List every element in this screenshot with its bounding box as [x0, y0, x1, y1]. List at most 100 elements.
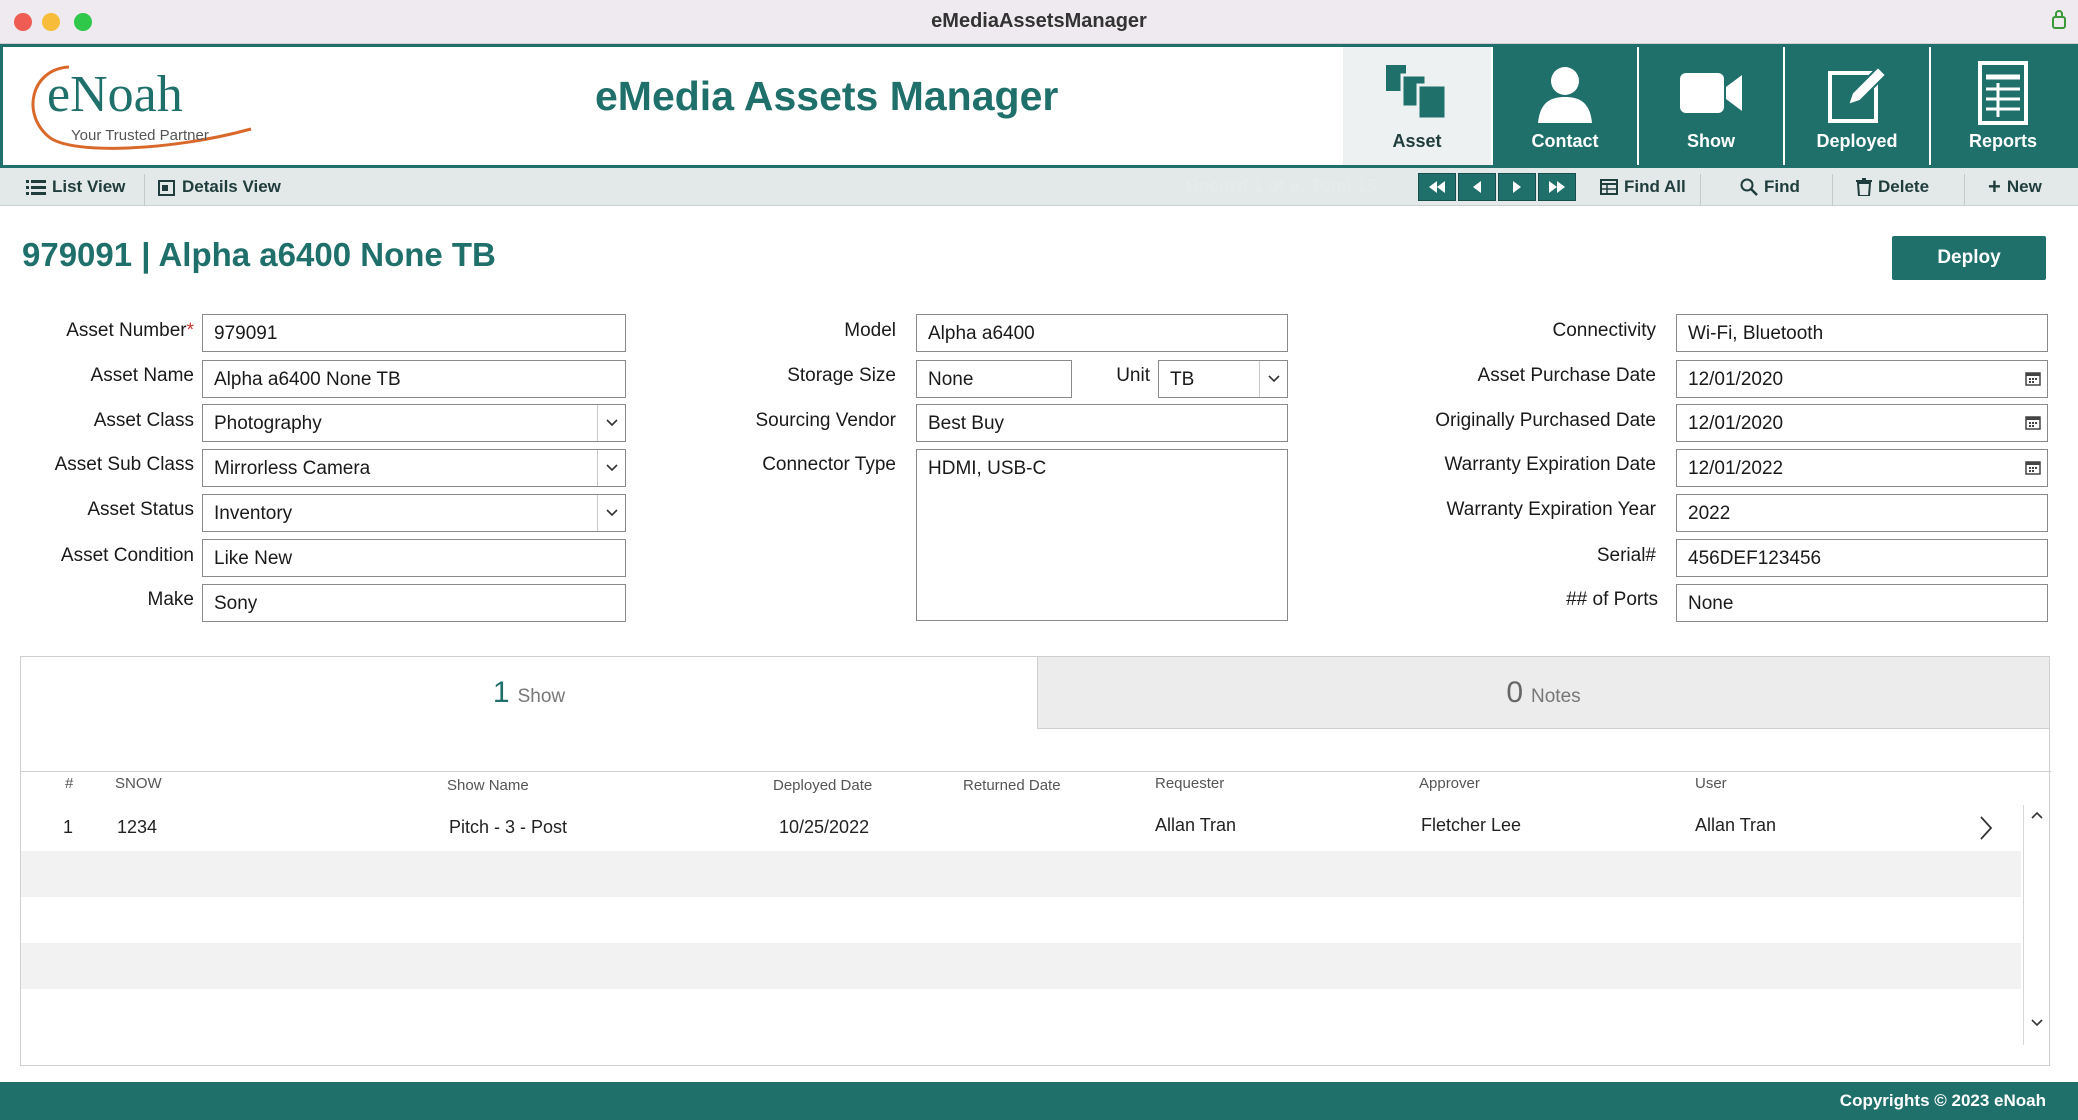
list-view-label: List View: [52, 177, 126, 196]
chevron-right-icon[interactable]: [1979, 815, 1993, 841]
asset-status-select[interactable]: Inventory: [202, 494, 626, 532]
toolbar-divider: [1832, 174, 1833, 206]
app-header: eNoah Your Trusted Partner eMedia Assets…: [0, 44, 2078, 168]
first-icon: [1429, 181, 1445, 193]
footer: Copyrights © 2023 eNoah: [0, 1082, 2078, 1120]
delete-label: Delete: [1878, 177, 1930, 196]
record-title: 979091 | Alpha a6400 None TB: [22, 236, 496, 273]
asset-sub-class-select[interactable]: Mirrorless Camera: [202, 449, 626, 487]
report-icon: [1978, 61, 2028, 125]
vertical-scrollbar[interactable]: [2023, 805, 2049, 1045]
main-nav: Asset Contact Show Deployed Reports: [1343, 47, 2075, 165]
purchase-date-field[interactable]: 12/01/2020: [1676, 360, 2048, 398]
nav-contact[interactable]: Contact: [1491, 47, 1637, 165]
list-icon: [26, 180, 46, 195]
toolbar-divider: [144, 174, 145, 206]
nav-asset[interactable]: Asset: [1343, 47, 1491, 165]
window-title: eMediaAssetsManager: [931, 10, 1147, 32]
chevron-down-icon[interactable]: [597, 405, 625, 441]
make-field[interactable]: Sony: [202, 584, 626, 622]
nav-show[interactable]: Show: [1637, 47, 1783, 165]
sourcing-vendor-field[interactable]: Best Buy: [916, 404, 1288, 442]
list-view-button[interactable]: List View: [26, 168, 125, 206]
notes-count: 0: [1506, 675, 1524, 709]
table-top-border: [21, 771, 2051, 772]
calendar-icon[interactable]: [2019, 405, 2047, 441]
asset-class-select[interactable]: Photography: [202, 404, 626, 442]
table-row[interactable]: 1 1234 Pitch - 3 - Post 10/25/2022 Allan…: [21, 805, 2021, 851]
row-number: 1: [63, 817, 74, 837]
warranty-date-field[interactable]: 12/01/2022: [1676, 449, 2048, 487]
unit-select[interactable]: TB: [1158, 360, 1288, 398]
details-view-button[interactable]: Details View: [158, 168, 281, 206]
previous-record-button[interactable]: [1458, 173, 1496, 201]
next-icon: [1513, 181, 1521, 193]
asset-condition-field[interactable]: Like New: [202, 539, 626, 577]
find-all-button[interactable]: Find All: [1600, 168, 1686, 206]
asset-number-field[interactable]: 979091: [202, 314, 626, 352]
find-label: Find: [1764, 177, 1800, 196]
toolbar-divider: [1964, 174, 1965, 206]
scroll-down-icon[interactable]: [2031, 1019, 2043, 1027]
table-row-empty: [21, 943, 2021, 989]
asset-name-label: Asset Name: [90, 365, 194, 386]
asset-class-value: Photography: [214, 413, 322, 434]
ports-label: ## of Ports: [1566, 589, 1658, 610]
record-status: Record 1 of 6. Total 15: [1186, 176, 1377, 196]
column-header-approver: Approver: [1419, 775, 1480, 792]
enoah-logo[interactable]: eNoah Your Trusted Partner: [21, 59, 261, 155]
asset-number-label: Asset Number*: [66, 320, 194, 341]
next-record-button[interactable]: [1498, 173, 1536, 201]
connector-type-textarea[interactable]: HDMI, USB-C: [916, 449, 1288, 621]
unit-value: TB: [1170, 369, 1195, 390]
find-button[interactable]: Find: [1740, 168, 1800, 206]
notes-tab-label: Notes: [1531, 685, 1581, 707]
nav-reports[interactable]: Reports: [1929, 47, 2075, 165]
storage-size-label: Storage Size: [787, 365, 896, 386]
column-header-deployed-date: Deployed Date: [773, 777, 873, 794]
chevron-down-icon[interactable]: [597, 495, 625, 531]
video-camera-icon: [1680, 73, 1742, 113]
row-show-name: Pitch - 3 - Post: [449, 817, 568, 837]
nav-deployed[interactable]: Deployed: [1783, 47, 1929, 165]
scroll-up-icon[interactable]: [2031, 811, 2043, 819]
chevron-down-icon[interactable]: [1259, 361, 1287, 397]
model-field[interactable]: Alpha a6400: [916, 314, 1288, 352]
connectivity-field[interactable]: Wi-Fi, Bluetooth: [1676, 314, 2048, 352]
chevron-down-icon[interactable]: [597, 450, 625, 486]
calendar-icon[interactable]: [2019, 450, 2047, 486]
asset-sub-class-value: Mirrorless Camera: [214, 458, 371, 479]
asset-status-value: Inventory: [214, 503, 293, 524]
new-button[interactable]: + New: [1988, 168, 2042, 206]
window-titlebar: eMediaAssetsManager: [0, 0, 2078, 44]
warranty-year-field[interactable]: 2022: [1676, 494, 2048, 532]
copyright-text: Copyrights © 2023 eNoah: [1839, 1091, 2046, 1110]
tab-show[interactable]: 1 Show: [21, 657, 1037, 729]
model-label: Model: [844, 320, 896, 341]
asset-icon: [1386, 65, 1448, 121]
serial-field[interactable]: 456DEF123456: [1676, 539, 2048, 577]
orig-purchased-label: Originally Purchased Date: [1435, 410, 1656, 431]
required-asterisk: *: [186, 320, 194, 341]
tab-notes[interactable]: 0 Notes: [1037, 657, 2049, 729]
plus-icon: +: [1988, 174, 2001, 199]
make-label: Make: [147, 589, 194, 610]
deploy-button[interactable]: Deploy: [1892, 236, 2046, 280]
delete-button[interactable]: Delete: [1856, 168, 1929, 206]
row-snow: 1234: [117, 817, 158, 837]
show-tab-label: Show: [517, 686, 566, 707]
contact-icon: [1538, 67, 1592, 123]
last-record-button[interactable]: [1538, 173, 1576, 201]
details-icon: [158, 180, 175, 196]
asset-status-label: Asset Status: [87, 499, 194, 520]
unit-label: Unit: [1116, 365, 1150, 386]
storage-size-field[interactable]: None: [916, 360, 1072, 398]
nav-show-label: Show: [1687, 131, 1735, 151]
calendar-icon[interactable]: [2019, 361, 2047, 397]
edit-icon: [1828, 65, 1888, 123]
asset-name-field[interactable]: Alpha a6400 None TB: [202, 360, 626, 398]
row-approver: Fletcher Lee: [1421, 815, 1522, 835]
orig-purchased-field[interactable]: 12/01/2020: [1676, 404, 2048, 442]
first-record-button[interactable]: [1418, 173, 1456, 201]
ports-field[interactable]: None: [1676, 584, 2048, 622]
